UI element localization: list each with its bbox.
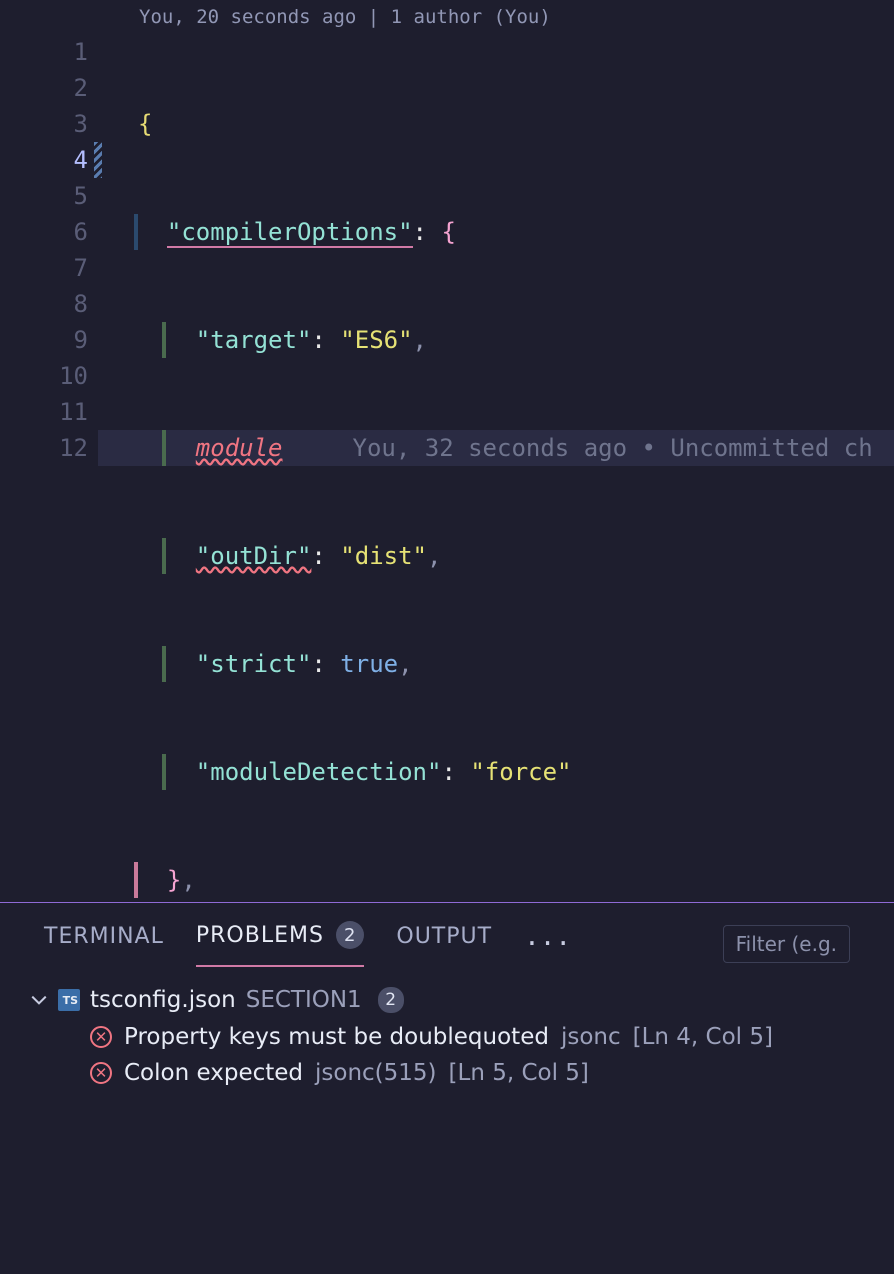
- line-number: 11: [0, 394, 88, 430]
- problem-source: jsonc: [561, 1024, 621, 1050]
- tab-terminal[interactable]: TERMINAL: [44, 924, 164, 965]
- tabs-overflow-icon[interactable]: ···: [524, 929, 571, 959]
- line-number: 8: [0, 286, 88, 322]
- line-number: 2: [0, 70, 88, 106]
- code-line: {: [98, 106, 894, 142]
- error-icon: ✕: [90, 1062, 112, 1084]
- editor-area: You, 20 seconds ago | 1 author (You) 1 2…: [0, 0, 894, 902]
- line-number: 5: [0, 178, 88, 214]
- code-container: 1 2 3 4 5 6 7 8 9 10 11 12 { "compilerOp…: [0, 34, 894, 902]
- problems-file-count: 2: [378, 987, 404, 1013]
- line-gutter: 1 2 3 4 5 6 7 8 9 10 11 12: [0, 34, 98, 902]
- code-body[interactable]: { "compilerOptions": { "target": "ES6", …: [98, 34, 894, 902]
- tab-problems[interactable]: PROBLEMS 2: [196, 921, 365, 967]
- problem-source: jsonc(515): [315, 1060, 437, 1086]
- problems-list: TS tsconfig.json SECTION1 2 ✕ Property k…: [0, 967, 894, 1105]
- problems-file-name: tsconfig.json: [90, 987, 236, 1013]
- code-line: "moduleDetection": "force": [98, 754, 894, 790]
- tab-output[interactable]: OUTPUT: [396, 924, 492, 965]
- code-line: "strict": true,: [98, 646, 894, 682]
- line-number: 12: [0, 430, 88, 466]
- ts-file-icon: TS: [58, 989, 80, 1011]
- line-number: 9: [0, 322, 88, 358]
- line-number: 6: [0, 214, 88, 250]
- inline-blame: You, 32 seconds ago • Uncommitted ch: [283, 434, 873, 462]
- problem-message: Colon expected: [124, 1060, 303, 1086]
- problems-file-row[interactable]: TS tsconfig.json SECTION1 2: [30, 981, 864, 1019]
- code-line-active: moduleYou, 32 seconds ago • Uncommitted …: [98, 430, 894, 466]
- problem-row[interactable]: ✕ Property keys must be doublequoted jso…: [30, 1019, 864, 1055]
- problem-location: [Ln 4, Col 5]: [633, 1024, 773, 1050]
- chevron-down-icon: [30, 991, 48, 1009]
- line-number: 10: [0, 358, 88, 394]
- code-line: "target": "ES6",: [98, 322, 894, 358]
- problems-count-badge: 2: [336, 921, 364, 949]
- problems-filter-input[interactable]: Filter (e.g.: [723, 925, 850, 963]
- code-line: "compilerOptions": {: [98, 214, 894, 250]
- problem-message: Property keys must be doublequoted: [124, 1024, 549, 1050]
- problems-file-path: SECTION1: [246, 987, 362, 1013]
- error-icon: ✕: [90, 1026, 112, 1048]
- bottom-panel: TERMINAL PROBLEMS 2 OUTPUT ··· Filter (e…: [0, 902, 894, 1274]
- line-number: 4: [0, 142, 88, 178]
- code-line: "outDir": "dist",: [98, 538, 894, 574]
- codelens-blame[interactable]: You, 20 seconds ago | 1 author (You): [0, 0, 894, 34]
- line-number: 3: [0, 106, 88, 142]
- panel-tabs: TERMINAL PROBLEMS 2 OUTPUT ··· Filter (e…: [0, 903, 894, 967]
- problem-row[interactable]: ✕ Colon expected jsonc(515) [Ln 5, Col 5…: [30, 1055, 864, 1091]
- code-line: },: [98, 862, 894, 898]
- line-number: 7: [0, 250, 88, 286]
- problem-location: [Ln 5, Col 5]: [449, 1060, 589, 1086]
- line-number: 1: [0, 34, 88, 70]
